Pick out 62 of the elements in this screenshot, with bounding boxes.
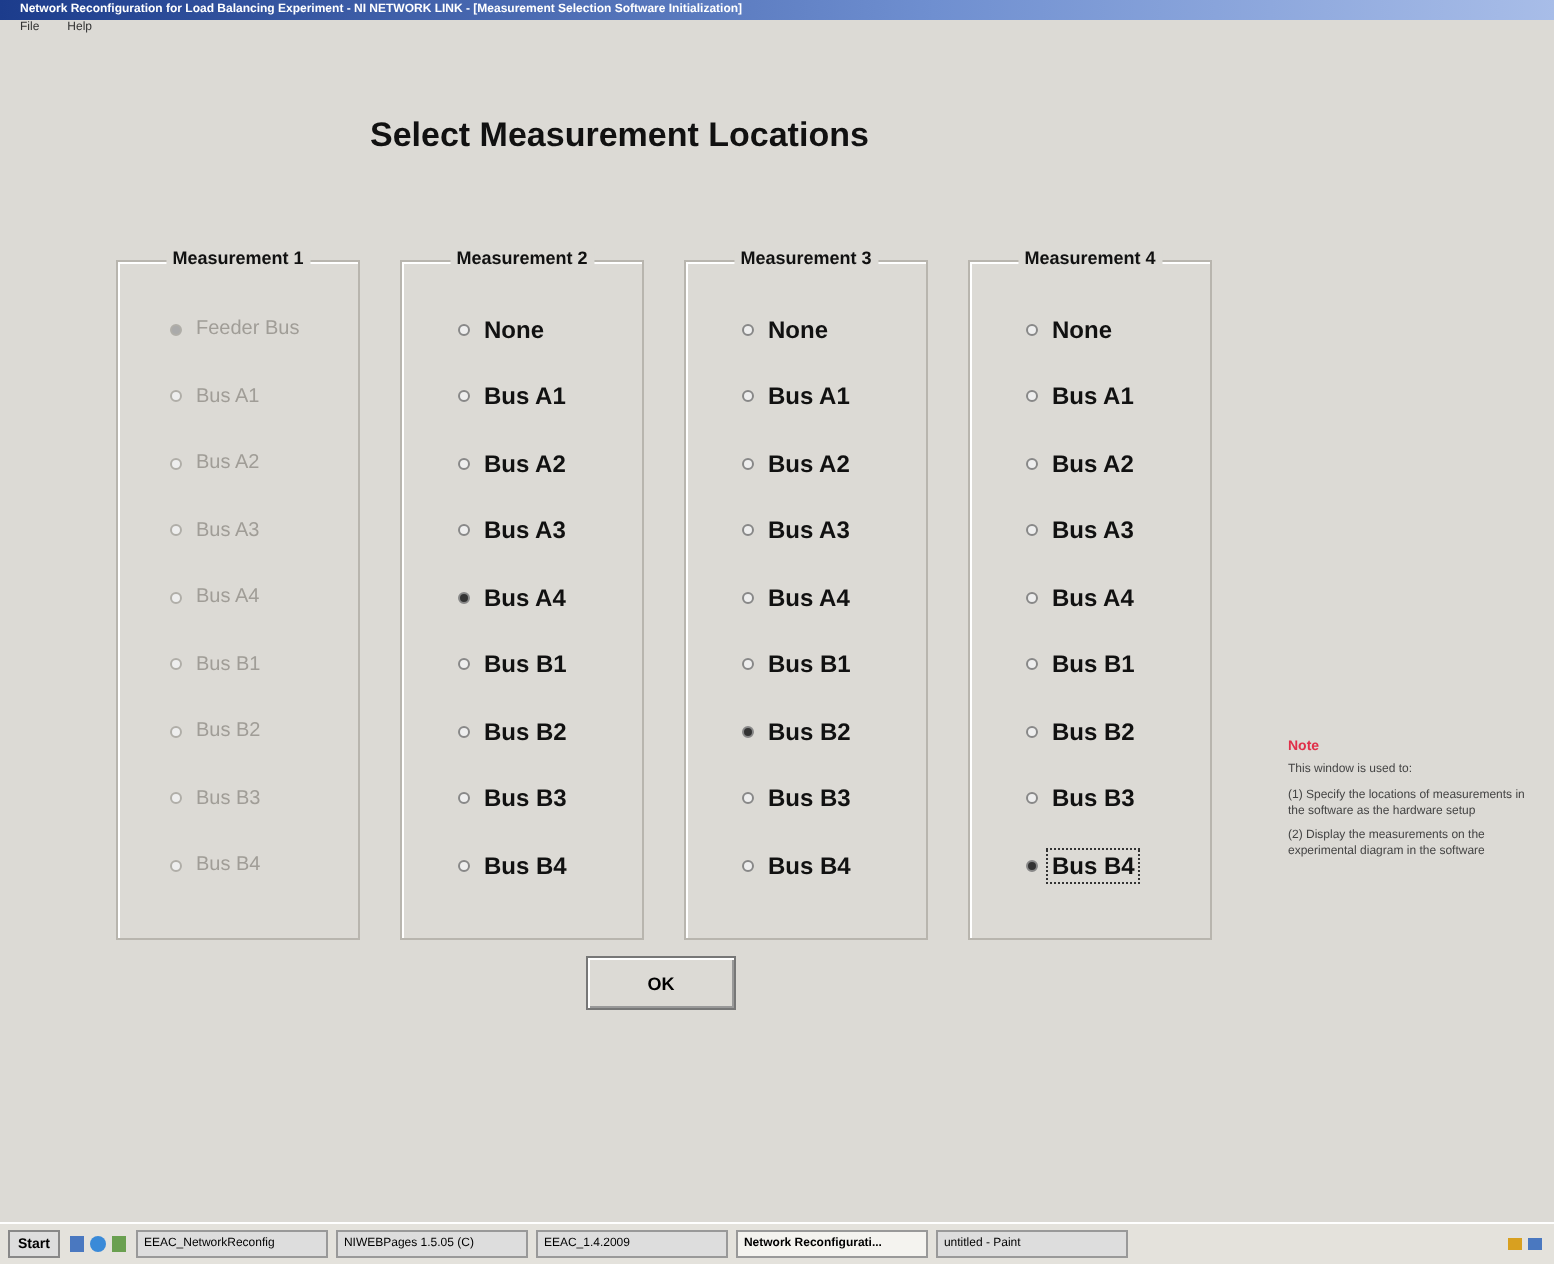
- option-label[interactable]: Bus B3: [1046, 780, 1141, 817]
- option-label[interactable]: Bus B3: [478, 780, 573, 817]
- option-label[interactable]: Bus A1: [478, 378, 572, 415]
- radio-button[interactable]: [458, 524, 470, 537]
- radio-button[interactable]: [1026, 725, 1038, 738]
- option-label[interactable]: Bus B4: [762, 847, 857, 884]
- quick-launch-icon[interactable]: [67, 1234, 128, 1254]
- option-label[interactable]: Bus B2: [478, 713, 573, 750]
- option-label[interactable]: Bus B4: [478, 847, 573, 884]
- radio-button[interactable]: [1026, 658, 1038, 671]
- radio-button[interactable]: [1026, 390, 1038, 403]
- radio-button[interactable]: [458, 792, 470, 805]
- option-label[interactable]: Bus A4: [478, 579, 572, 616]
- radio-button[interactable]: [742, 658, 754, 671]
- option-label[interactable]: Bus B2: [762, 713, 857, 750]
- option-label[interactable]: Bus A3: [478, 512, 572, 549]
- option-label[interactable]: Bus B3: [762, 780, 857, 817]
- radio-button[interactable]: [742, 792, 754, 805]
- option-label[interactable]: Bus A3: [762, 512, 856, 549]
- radio-button[interactable]: [1026, 792, 1038, 805]
- radio-button[interactable]: [1026, 859, 1038, 872]
- option-label[interactable]: None: [1046, 311, 1118, 348]
- option-label[interactable]: Bus B1: [478, 646, 573, 683]
- option-label[interactable]: None: [762, 311, 834, 348]
- option-label[interactable]: Bus A2: [1046, 445, 1140, 482]
- group-title: Measurement 2: [450, 248, 594, 268]
- radio-button[interactable]: [742, 457, 754, 470]
- ok-button[interactable]: OK: [586, 956, 736, 1010]
- radio-button[interactable]: [458, 859, 470, 872]
- radio-button[interactable]: [742, 323, 754, 336]
- option-label[interactable]: Bus B4: [1046, 847, 1141, 884]
- option-label[interactable]: Bus A4: [1046, 579, 1140, 616]
- radio-button[interactable]: [742, 725, 754, 738]
- option-label[interactable]: Bus A2: [478, 445, 572, 482]
- option-label[interactable]: Bus B1: [1046, 646, 1141, 683]
- radio-button[interactable]: [742, 859, 754, 872]
- tray-icon: [1506, 1234, 1546, 1254]
- radio-button[interactable]: [742, 390, 754, 403]
- radio-button[interactable]: [458, 658, 470, 671]
- radio-button[interactable]: [1026, 457, 1038, 470]
- radio-button[interactable]: [1026, 524, 1038, 537]
- radio-button[interactable]: [458, 323, 470, 336]
- page-heading: Select Measurement Locations: [370, 116, 871, 156]
- radio-button[interactable]: [1026, 591, 1038, 604]
- radio-button[interactable]: [458, 457, 470, 470]
- radio-button[interactable]: [458, 591, 470, 604]
- option-label[interactable]: Bus B2: [1046, 713, 1141, 750]
- group-title: Measurement 4: [1018, 248, 1162, 268]
- group-title: Measurement 1: [166, 248, 310, 268]
- radio-button[interactable]: [458, 390, 470, 403]
- radio-button[interactable]: [458, 725, 470, 738]
- option-label[interactable]: Bus A4: [762, 579, 856, 616]
- group-title: Measurement 3: [734, 248, 878, 268]
- option-label[interactable]: Bus B1: [762, 646, 857, 683]
- radio-button[interactable]: [742, 524, 754, 537]
- option-label[interactable]: Bus A1: [762, 378, 856, 415]
- radio-button[interactable]: [742, 591, 754, 604]
- option-label[interactable]: Bus A1: [1046, 378, 1140, 415]
- option-label[interactable]: Bus A2: [762, 445, 856, 482]
- radio-button[interactable]: [1026, 323, 1038, 336]
- option-label[interactable]: None: [478, 311, 550, 348]
- option-label[interactable]: Bus A3: [1046, 512, 1140, 549]
